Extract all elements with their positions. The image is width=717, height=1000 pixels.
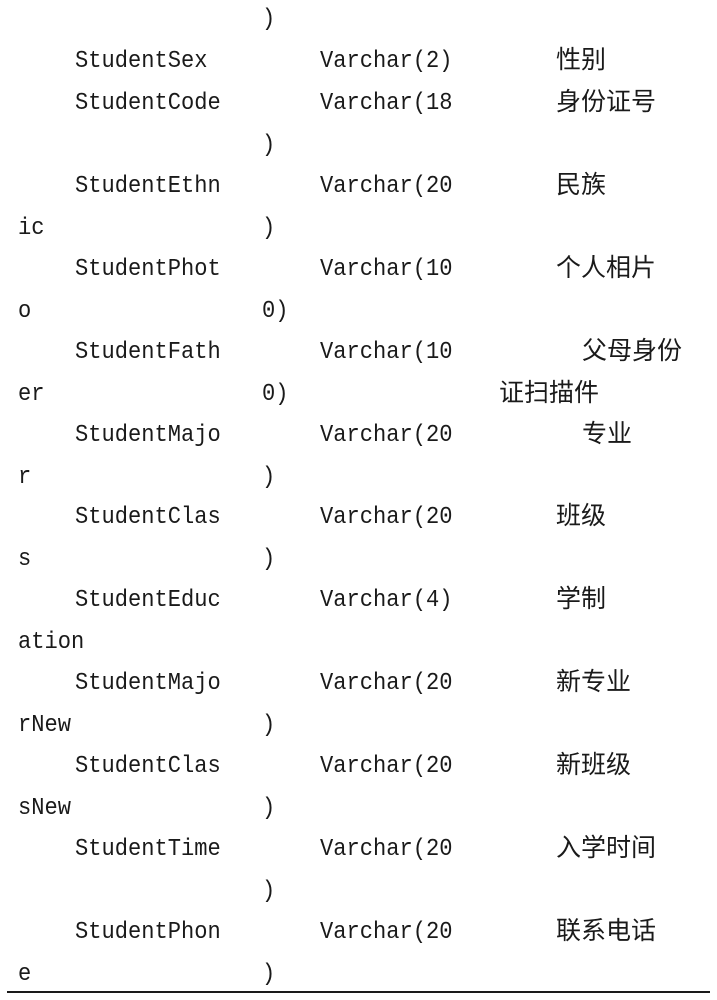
field-type-continuation: 0): [262, 381, 289, 408]
field-name: StudentCode: [75, 90, 221, 117]
field-type-continuation: 0): [262, 298, 289, 325]
field-name-continuation: e: [18, 961, 32, 988]
field-type-continuation: ): [262, 215, 276, 242]
field-type: Varchar(20: [320, 173, 453, 200]
field-description: 联系电话: [556, 916, 657, 945]
field-description: 性别: [556, 45, 607, 74]
field-description: 班级: [556, 501, 607, 530]
field-description: 新专业: [556, 667, 632, 696]
field-type: Varchar(20: [320, 422, 453, 449]
field-name-continuation: sNew: [18, 795, 72, 822]
field-description: 学制: [556, 584, 607, 613]
field-type: Varchar(20: [320, 504, 453, 531]
field-type: Varchar(4): [320, 587, 453, 614]
field-type-continuation: ): [262, 464, 276, 491]
field-name-continuation: ic: [18, 215, 45, 242]
field-description: 专业: [582, 419, 633, 448]
field-name: StudentPhot: [75, 256, 221, 283]
field-name-continuation: s: [18, 546, 32, 573]
field-type-continuation: ): [262, 132, 276, 159]
field-name: StudentFath: [75, 339, 221, 366]
field-name-continuation: o: [18, 298, 32, 325]
field-description: 新班级: [556, 750, 632, 779]
field-name-continuation: ation: [18, 629, 85, 656]
field-name: StudentTime: [75, 836, 221, 863]
field-description: 身份证号: [556, 87, 657, 116]
field-description-continuation: 证扫描件: [499, 378, 600, 407]
field-type: Varchar(18: [320, 90, 453, 117]
field-type: Varchar(10: [320, 256, 453, 283]
field-description: 个人相片: [556, 253, 657, 282]
field-name: StudentEthn: [75, 173, 221, 200]
field-name: StudentMajo: [75, 670, 221, 697]
field-name: StudentClas: [75, 753, 221, 780]
field-description: 民族: [556, 170, 607, 199]
field-name-continuation: r: [18, 464, 32, 491]
field-name: StudentPhon: [75, 919, 221, 946]
table-bottom-rule: [7, 991, 710, 993]
field-type: Varchar(20: [320, 836, 453, 863]
field-type-continuation: ): [262, 712, 276, 739]
field-name-continuation: rNew: [18, 712, 72, 739]
field-description: 入学时间: [556, 833, 657, 862]
field-type: Varchar(20: [320, 919, 453, 946]
field-type-continuation: ): [262, 961, 276, 988]
field-name: StudentMajo: [75, 422, 221, 449]
field-name: StudentSex: [75, 48, 208, 75]
field-name: StudentEduc: [75, 587, 221, 614]
field-type: Varchar(2): [320, 48, 453, 75]
field-name: StudentClas: [75, 504, 221, 531]
type-continuation: ): [262, 6, 276, 33]
field-type: Varchar(20: [320, 753, 453, 780]
field-name-continuation: er: [18, 381, 45, 408]
field-type-continuation: ): [262, 878, 276, 905]
field-type: Varchar(10: [320, 339, 453, 366]
field-type-continuation: ): [262, 795, 276, 822]
field-type: Varchar(20: [320, 670, 453, 697]
field-type-continuation: ): [262, 546, 276, 573]
field-description: 父母身份: [582, 336, 683, 365]
